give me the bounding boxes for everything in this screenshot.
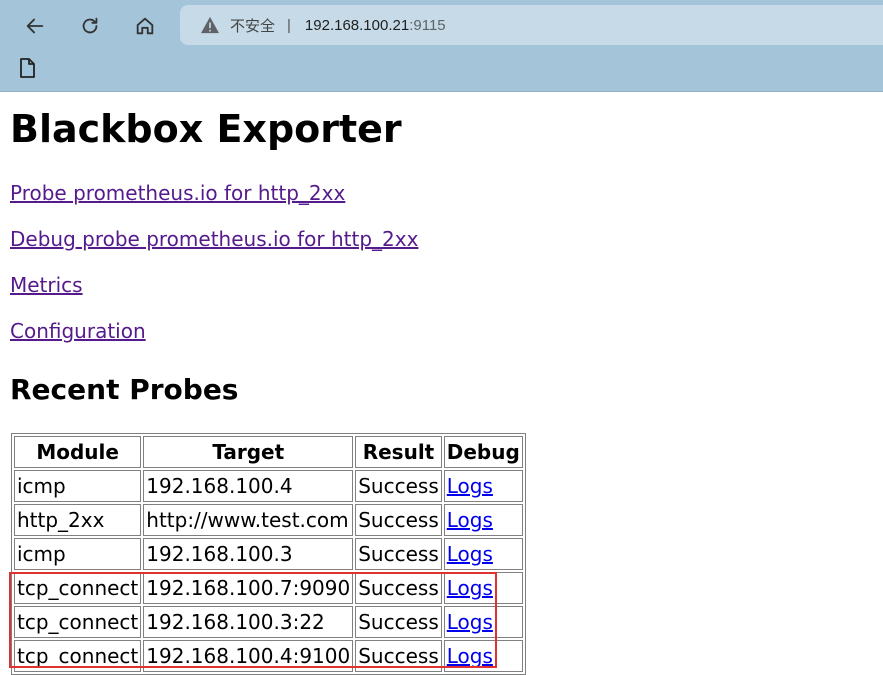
- security-status-label[interactable]: 不安全: [230, 15, 275, 36]
- probe-link[interactable]: Probe prometheus.io for http_2xx: [10, 181, 345, 205]
- cell-target: 192.168.100.4: [143, 470, 354, 502]
- page-bookmark-icon[interactable]: [17, 57, 37, 79]
- table-row: tcp_connect 192.168.100.7:9090 Success L…: [14, 572, 523, 604]
- table-row: tcp_connect 192.168.100.3:22 Success Log…: [14, 606, 523, 638]
- logs-link[interactable]: Logs: [447, 576, 493, 600]
- metrics-link[interactable]: Metrics: [10, 273, 83, 297]
- browser-toolbar: 不安全 | 192.168.100.21:9115: [0, 0, 883, 92]
- url-port: :9115: [409, 16, 446, 34]
- header-result: Result: [355, 436, 442, 468]
- cell-result: Success: [355, 640, 442, 672]
- table-row: icmp 192.168.100.3 Success Logs: [14, 538, 523, 570]
- back-arrow-icon: [26, 18, 44, 34]
- cell-result: Success: [355, 572, 442, 604]
- logs-link[interactable]: Logs: [447, 474, 493, 498]
- address-separator: |: [287, 16, 291, 34]
- debug-probe-link[interactable]: Debug probe prometheus.io for http_2xx: [10, 227, 418, 251]
- cell-result: Success: [355, 606, 442, 638]
- cell-debug: Logs: [443, 504, 523, 536]
- cell-debug: Logs: [443, 606, 523, 638]
- warning-icon: [200, 15, 222, 35]
- address-bar[interactable]: 不安全 | 192.168.100.21:9115: [180, 5, 883, 45]
- cell-result: Success: [355, 538, 442, 570]
- cell-target: 192.168.100.7:9090: [143, 572, 354, 604]
- page-title: Blackbox Exporter: [10, 107, 402, 151]
- cell-target: http://www.test.com: [143, 504, 354, 536]
- cell-target: 192.168.100.3: [143, 538, 354, 570]
- cell-module: tcp_connect: [14, 640, 142, 672]
- logs-link[interactable]: Logs: [447, 610, 493, 634]
- header-debug: Debug: [443, 436, 523, 468]
- cell-debug: Logs: [443, 640, 523, 672]
- url-host: 192.168.100.21: [304, 16, 410, 34]
- recent-probes-heading: Recent Probes: [10, 373, 239, 406]
- cell-result: Success: [355, 470, 442, 502]
- table-header-row: Module Target Result Debug: [14, 436, 523, 468]
- reload-button[interactable]: [74, 10, 106, 42]
- home-icon: [136, 17, 154, 35]
- cell-target: 192.168.100.4:9100: [143, 640, 354, 672]
- table-row: tcp_connect 192.168.100.4:9100 Success L…: [14, 640, 523, 672]
- configuration-link[interactable]: Configuration: [10, 319, 146, 343]
- reload-icon: [82, 17, 98, 34]
- cell-module: icmp: [14, 538, 142, 570]
- logs-link[interactable]: Logs: [447, 508, 493, 532]
- back-button[interactable]: [19, 10, 51, 42]
- cell-module: tcp_connect: [14, 572, 142, 604]
- logs-link[interactable]: Logs: [447, 542, 493, 566]
- table-row: http_2xx http://www.test.com Success Log…: [14, 504, 523, 536]
- cell-debug: Logs: [443, 538, 523, 570]
- cell-debug: Logs: [443, 470, 523, 502]
- cell-result: Success: [355, 504, 442, 536]
- header-module: Module: [14, 436, 142, 468]
- cell-target: 192.168.100.3:22: [143, 606, 354, 638]
- home-button[interactable]: [129, 10, 161, 42]
- table-row: icmp 192.168.100.4 Success Logs: [14, 470, 523, 502]
- cell-debug: Logs: [443, 572, 523, 604]
- cell-module: http_2xx: [14, 504, 142, 536]
- header-target: Target: [143, 436, 354, 468]
- cell-module: icmp: [14, 470, 142, 502]
- cell-module: tcp_connect: [14, 606, 142, 638]
- logs-link[interactable]: Logs: [447, 644, 493, 668]
- recent-probes-table: Module Target Result Debug icmp 192.168.…: [11, 433, 526, 675]
